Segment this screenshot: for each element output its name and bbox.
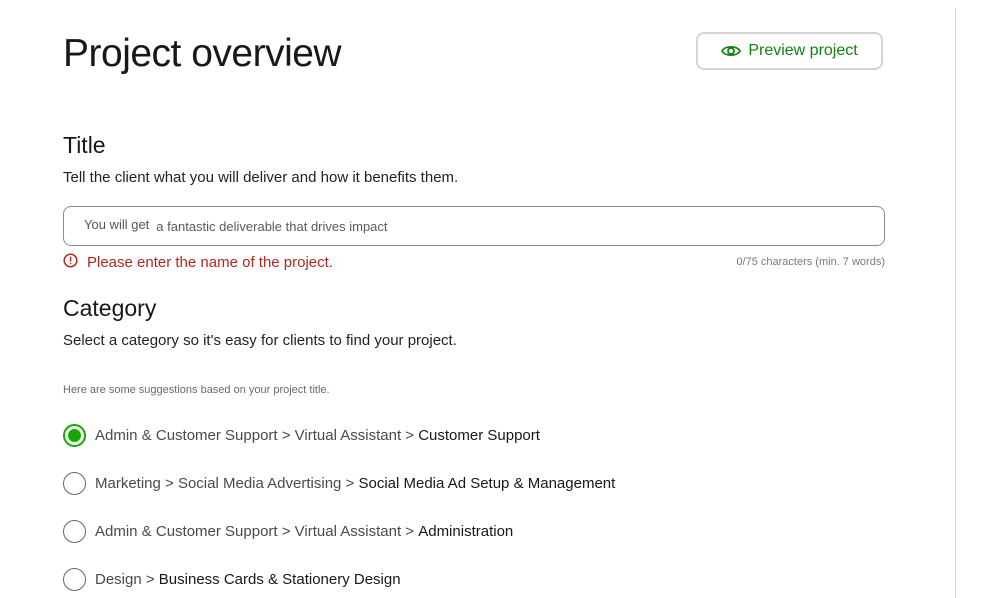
eye-icon [721, 44, 742, 58]
page-title: Project overview [63, 32, 342, 75]
preview-project-button[interactable]: Preview project [696, 32, 883, 70]
category-section-description: Select a category so it's easy for clien… [63, 332, 457, 349]
project-title-field[interactable]: You will get [63, 206, 885, 246]
radio-button-selected[interactable] [63, 424, 86, 447]
category-section-heading: Category [63, 295, 157, 321]
category-option-label: Admin & Customer Support > Virtual Assis… [95, 427, 540, 444]
radio-button[interactable] [63, 520, 86, 543]
category-option[interactable]: Admin & Customer Support > Virtual Assis… [63, 520, 513, 543]
preview-project-label: Preview project [748, 42, 858, 59]
category-option[interactable]: Admin & Customer Support > Virtual Assis… [63, 424, 540, 447]
vertical-divider [955, 8, 956, 598]
category-option-label: Admin & Customer Support > Virtual Assis… [95, 523, 514, 540]
category-option-label: Design > Business Cards & Stationery Des… [95, 571, 401, 588]
category-option[interactable]: Design > Business Cards & Stationery Des… [63, 568, 401, 591]
character-count: 0/75 characters (min. 7 words) [736, 256, 885, 268]
title-section-description: Tell the client what you will deliver an… [63, 169, 459, 186]
category-option[interactable]: Marketing > Social Media Advertising > S… [63, 472, 615, 495]
alert-circle-icon [63, 253, 78, 272]
suggestions-note: Here are some suggestions based on your … [63, 384, 330, 396]
radio-button[interactable] [63, 472, 86, 495]
project-overview-page: Project overview Preview project Title T… [0, 0, 1002, 598]
category-option-label: Marketing > Social Media Advertising > S… [95, 475, 616, 492]
radio-button[interactable] [63, 568, 86, 591]
title-section-heading: Title [63, 132, 106, 158]
project-title-input[interactable] [156, 207, 884, 245]
error-message: Please enter the name of the project. [87, 254, 333, 271]
title-error: Please enter the name of the project. [63, 253, 333, 272]
input-prefix: You will get [84, 216, 150, 232]
